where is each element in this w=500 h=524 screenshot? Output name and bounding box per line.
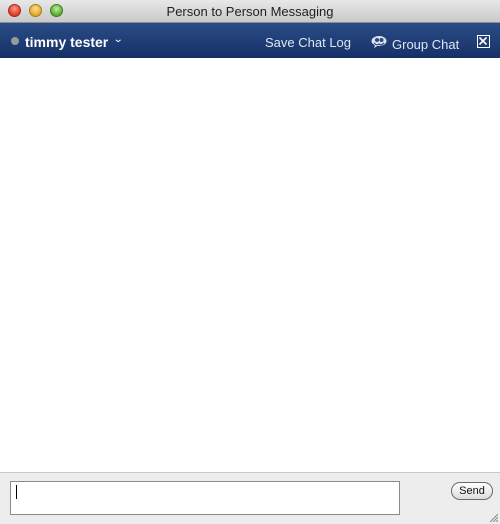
group-chat-link[interactable]: Group Chat [392,37,459,52]
compose-area: Send [0,472,500,524]
group-chat-icon[interactable] [371,35,389,49]
title-bar[interactable]: Person to Person Messaging [0,0,500,23]
resize-grip-icon[interactable] [488,512,498,522]
window-title: Person to Person Messaging [166,4,334,19]
chevron-down-icon[interactable]: ⌄ [113,34,124,45]
text-caret [16,485,17,499]
contact-name[interactable]: timmy tester [25,34,108,50]
chat-header: timmy tester ⌄ Save Chat Log Group Chat [0,23,500,58]
close-box-icon[interactable] [477,35,490,48]
message-input[interactable] [10,481,400,515]
messaging-window: Person to Person Messaging timmy tester … [0,0,500,524]
send-button[interactable]: Send [451,482,493,500]
message-history[interactable] [0,58,500,472]
status-dot-icon [11,37,19,45]
save-chat-log-link[interactable]: Save Chat Log [265,35,351,50]
